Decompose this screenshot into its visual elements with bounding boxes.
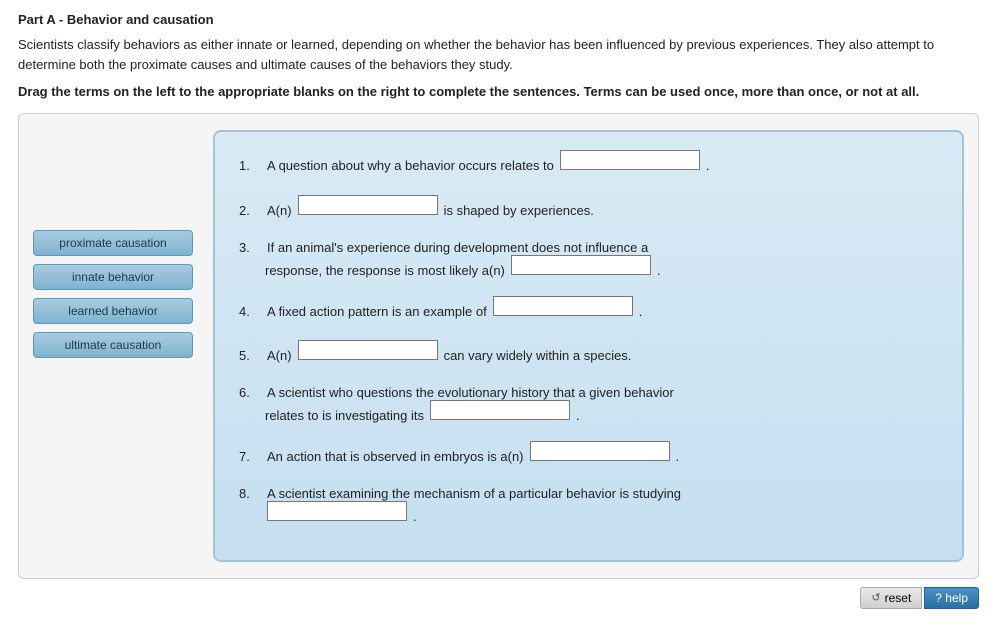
drop-box-7[interactable] [530,441,670,461]
sentence-2: 2. A(n) is shaped by experiences. [239,195,938,222]
sentence-3-line2: response, the response is most likely a(… [265,263,505,278]
sentence-8: 8. A scientist examining the mechanism o… [239,486,938,524]
part-title-text: Behavior and causation [67,12,214,27]
bottom-bar: ↺ reset ? help [18,587,979,609]
sentence-4: 4. A fixed action pattern is an example … [239,296,938,323]
sentence-3-number: 3. [239,240,259,255]
part-dash: - [55,12,67,27]
sentence-8-after: . [413,509,417,524]
sentence-6-line2: relates to is investigating its [265,408,424,423]
sentence-6-after: . [576,408,580,423]
activity-area: proximate causation innate behavior lear… [18,113,979,579]
sentence-5-number: 5. [239,346,259,367]
term-proximate-causation[interactable]: proximate causation [33,230,193,256]
sentence-4-after: . [639,302,643,323]
sentence-2-after: is shaped by experiences. [444,201,594,222]
sentence-7-number: 7. [239,447,259,468]
help-button[interactable]: ? help [924,587,979,609]
sentence-4-before: A fixed action pattern is an example of [267,302,487,323]
sentence-1-before: A question about why a behavior occurs r… [267,156,554,177]
sentence-8-number: 8. [239,486,259,501]
sentence-4-number: 4. [239,302,259,323]
term-ultimate-causation[interactable]: ultimate causation [33,332,193,358]
sentence-7-after: . [676,447,680,468]
reset-label: reset [885,591,912,605]
term-learned-behavior[interactable]: learned behavior [33,298,193,324]
sentence-1: 1. A question about why a behavior occur… [239,150,938,177]
sentence-7: 7. An action that is observed in embryos… [239,441,938,468]
help-label: ? help [935,591,968,605]
reset-button[interactable]: ↺ reset [860,587,922,609]
drop-box-6[interactable] [430,400,570,420]
sentence-3-line1: If an animal's experience during develop… [267,240,648,255]
sentence-8-line1: A scientist examining the mechanism of a… [267,486,681,501]
part-title: Part A - Behavior and causation [18,12,979,27]
page-container: Part A - Behavior and causation Scientis… [0,0,997,627]
drop-box-4[interactable] [493,296,633,316]
terms-panel: proximate causation innate behavior lear… [33,230,193,358]
description-text: Scientists classify behaviors as either … [18,35,938,74]
sentence-2-number: 2. [239,201,259,222]
sentence-5-before: A(n) [267,346,292,367]
drop-box-1[interactable] [560,150,700,170]
drop-box-5[interactable] [298,340,438,360]
term-innate-behavior[interactable]: innate behavior [33,264,193,290]
sentence-3: 3. If an animal's experience during deve… [239,240,938,278]
drop-box-3[interactable] [511,255,651,275]
drop-box-8[interactable] [267,501,407,521]
sentence-1-number: 1. [239,156,259,177]
part-label: Part A [18,12,55,27]
sentence-2-before: A(n) [267,201,292,222]
sentence-5-after: can vary widely within a species. [444,346,632,367]
sentence-6-line1: A scientist who questions the evolutiona… [267,385,674,400]
sentence-6: 6. A scientist who questions the evoluti… [239,385,938,423]
sentence-7-before: An action that is observed in embryos is… [267,447,524,468]
sentence-5: 5. A(n) can vary widely within a species… [239,340,938,367]
sentence-3-after: . [657,263,661,278]
instruction-text: Drag the terms on the left to the approp… [18,84,938,99]
reset-icon: ↺ [871,591,880,604]
sentence-1-after: . [706,156,710,177]
drop-box-2[interactable] [298,195,438,215]
sentence-6-number: 6. [239,385,259,400]
sentences-panel: 1. A question about why a behavior occur… [213,130,964,562]
